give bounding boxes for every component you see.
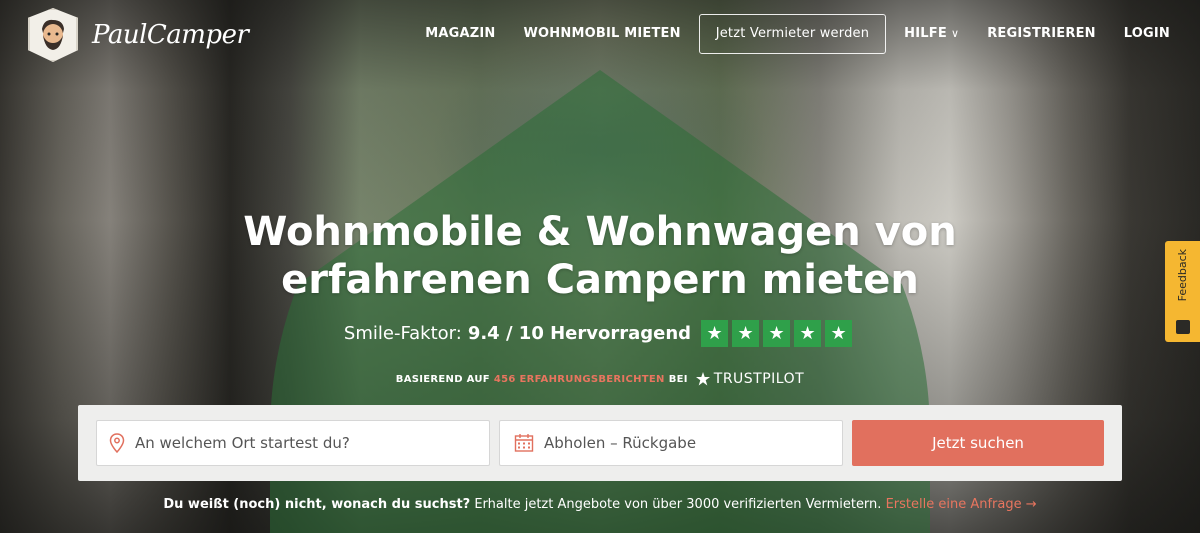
paul-avatar-icon <box>28 8 78 62</box>
inquiry-note: Du weißt (noch) nicht, wonach du suchst?… <box>0 497 1200 512</box>
rating-stars: ★ ★ ★ ★ ★ <box>701 320 856 347</box>
rating-row: Smile-Faktor: 9.4 / 10 Hervorragend ★ ★ … <box>0 320 1200 347</box>
brand-name: PaulCamper <box>92 20 249 50</box>
rating-prefix: Smile-Faktor: <box>343 323 462 344</box>
location-field[interactable]: An welchem Ort startest du? <box>96 420 490 466</box>
create-inquiry-link[interactable]: Erstelle eine Anfrage → <box>886 497 1037 512</box>
review-count-link[interactable]: 456 ERFAHRUNGSBERICHTEN <box>494 374 665 385</box>
inquiry-text: Erhalte jetzt Angebote von über 3000 ver… <box>470 497 886 512</box>
calendar-icon <box>514 433 534 453</box>
arrow-right-icon: → <box>1025 497 1037 512</box>
create-inquiry-label: Erstelle eine Anfrage <box>885 497 1022 512</box>
star-icon: ★ <box>825 320 853 347</box>
search-bar: An welchem Ort startest du? Abholen – Rü… <box>78 405 1122 481</box>
chevron-down-icon: ∨ <box>950 27 960 40</box>
location-placeholder: An welchem Ort startest du? <box>135 434 350 452</box>
nav-hilfe[interactable]: HILFE ∨ <box>890 15 973 53</box>
nav-magazin[interactable]: MAGAZIN <box>411 15 509 53</box>
basis-prefix: BASIEREND AUF <box>395 373 490 385</box>
trustpilot-label: TRUSTPILOT <box>713 371 805 387</box>
nav-wohnmobil-mieten[interactable]: WOHNMOBIL MIETEN <box>510 15 695 53</box>
headline-line-1: Wohnmobile & Wohnwagen von <box>243 209 957 255</box>
location-pin-icon <box>109 433 125 453</box>
trustpilot-basis: BASIEREND AUF 456 ERFAHRUNGSBERICHTEN BE… <box>0 371 1200 387</box>
star-icon: ★ <box>763 320 791 347</box>
search-button[interactable]: Jetzt suchen <box>852 420 1104 466</box>
nav-hilfe-label: HILFE <box>904 26 947 41</box>
become-host-button[interactable]: Jetzt Vermieter werden <box>698 14 887 54</box>
nav-registrieren[interactable]: REGISTRIEREN <box>973 15 1110 53</box>
feedback-label: Feedback <box>1176 249 1189 302</box>
site-header: PaulCamper MAGAZIN WOHNMOBIL MIETEN Jetz… <box>0 0 1200 70</box>
star-icon: ★ <box>794 320 822 347</box>
star-icon: ★ <box>732 320 760 347</box>
logo[interactable]: PaulCamper <box>28 8 249 62</box>
nav-login[interactable]: LOGIN <box>1110 15 1184 53</box>
star-icon: ★ <box>701 320 729 347</box>
hero-headline: Wohnmobile & Wohnwagen von erfahrenen Ca… <box>0 208 1200 304</box>
basis-suffix: BEI <box>668 373 688 385</box>
rating-value: 9.4 / 10 Hervorragend <box>467 323 692 344</box>
date-range-field[interactable]: Abholen – Rückgabe <box>499 420 843 466</box>
inquiry-question: Du weißt (noch) nicht, wonach du suchst? <box>163 497 471 512</box>
feedback-tab[interactable]: Feedback <box>1165 241 1200 342</box>
main-nav: MAGAZIN WOHNMOBIL MIETEN Jetzt Vermieter… <box>411 14 1184 54</box>
trustpilot-logo[interactable]: TRUSTPILOT <box>695 371 805 387</box>
trustpilot-star-icon <box>695 372 710 386</box>
date-range-label: Abholen – Rückgabe <box>544 434 697 452</box>
feedback-face-icon <box>1175 320 1190 334</box>
headline-line-2: erfahrenen Campern mieten <box>281 257 919 303</box>
